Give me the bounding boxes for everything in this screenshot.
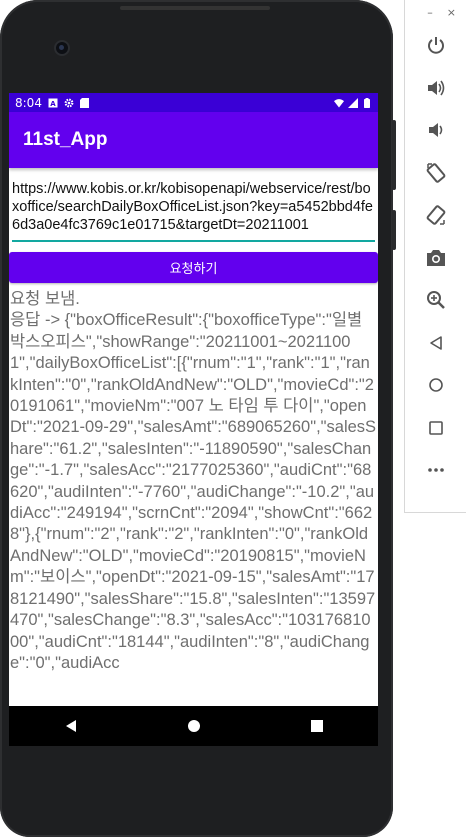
volume-up-icon (427, 80, 444, 96)
battery-icon (362, 97, 372, 108)
phone-side-button (392, 120, 396, 190)
device-screen: 8:04 A 11st_App https://www.kobis.or.kr/… (9, 93, 378, 746)
navigation-bar (9, 706, 378, 746)
phone-side-button (392, 210, 396, 250)
signal-icon (348, 97, 358, 108)
notification-a-icon: A (48, 98, 58, 108)
nav-home-button[interactable] (174, 706, 214, 746)
overview-icon (428, 420, 443, 435)
home-circle-icon (187, 720, 200, 732)
rotate-right-icon (426, 205, 445, 225)
zoom-icon (426, 291, 445, 310)
rotate-left-button[interactable] (405, 152, 466, 195)
toolbar-more-button[interactable] (405, 449, 466, 492)
sd-card-icon (80, 97, 90, 108)
url-input[interactable]: https://www.kobis.or.kr/kobisopenapi/web… (12, 180, 375, 242)
volume-down-button[interactable] (405, 109, 466, 152)
more-icon (427, 468, 444, 473)
back-icon (429, 335, 442, 350)
emulator-toolbar: – × (404, 0, 466, 513)
nav-overview-button[interactable] (297, 706, 337, 746)
overview-square-icon (310, 720, 323, 732)
volume-down-icon (428, 123, 442, 138)
zoom-button[interactable] (405, 279, 466, 322)
response-text: 응답 -> {"boxOfficeResult":{"boxofficeType… (10, 311, 377, 672)
nav-back-button[interactable] (51, 706, 91, 746)
power-button[interactable] (405, 24, 466, 67)
camera-icon (426, 249, 445, 266)
toolbar-home-button[interactable] (405, 364, 466, 407)
app-title: 11st_App (23, 129, 108, 150)
settings-gear-icon (64, 98, 74, 108)
status-time: 8:04 (15, 95, 42, 110)
rotate-right-button[interactable] (405, 194, 466, 237)
screenshot-button[interactable] (405, 237, 466, 280)
app-bar: 11st_App (9, 112, 378, 168)
status-bar: 8:04 A (9, 93, 378, 112)
phone-speaker-edge (120, 6, 270, 10)
svg-text:A: A (50, 100, 56, 108)
wifi-icon (334, 98, 344, 108)
front-camera (56, 42, 68, 54)
volume-up-button[interactable] (405, 67, 466, 110)
request-sent-text: 요청 보냄. (10, 290, 80, 308)
power-icon (427, 37, 444, 54)
request-button[interactable]: 요청하기 (9, 252, 378, 283)
toolbar-overview-button[interactable] (405, 407, 466, 450)
toolbar-back-button[interactable] (405, 322, 466, 365)
minimize-button[interactable]: – (427, 6, 433, 19)
back-triangle-icon (65, 720, 76, 732)
rotate-left-icon (426, 163, 445, 183)
home-icon (428, 378, 443, 393)
response-output: 요청 보냄. 응답 -> {"boxOfficeResult":{"boxoff… (9, 283, 378, 674)
close-button[interactable]: × (447, 6, 456, 19)
